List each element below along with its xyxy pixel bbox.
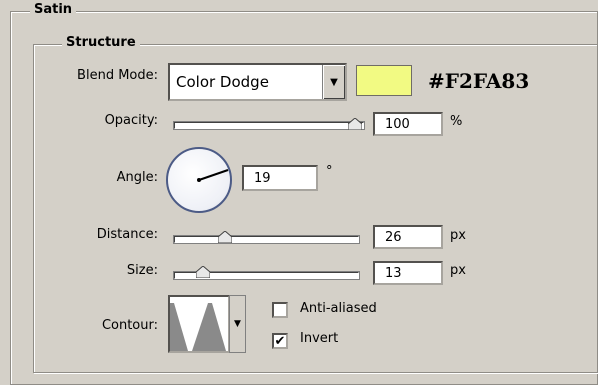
distance-input[interactable]: 26 [373,225,443,249]
size-input[interactable]: 13 [373,261,443,285]
size-label: Size: [126,263,158,278]
distance-label: Distance: [96,227,158,242]
blend-mode-value: Color Dodge [176,73,269,91]
color-swatch[interactable] [356,65,412,96]
structure-title: Structure [62,35,140,50]
angle-dial[interactable] [166,147,232,213]
contour-picker[interactable] [168,295,230,353]
angle-label: Angle: [116,170,158,185]
check-icon: ✔ [274,333,286,349]
opacity-slider-track[interactable] [174,122,364,129]
opacity-label: Opacity: [104,113,158,128]
size-slider-thumb[interactable] [195,266,210,278]
opacity-unit: % [450,114,463,129]
invert-checkbox[interactable]: ✔ [272,333,288,349]
angle-unit: ° [326,164,333,179]
distance-slider-thumb[interactable] [217,231,232,243]
blend-mode-select[interactable]: Color Dodge ▼ [168,63,347,101]
satin-title: Satin [30,2,77,17]
distance-unit: px [450,228,466,243]
contour-label: Contour: [101,318,158,333]
contour-dropdown-arrow[interactable]: ▼ [229,295,246,353]
opacity-slider-thumb[interactable] [348,118,362,130]
anti-aliased-label: Anti-aliased [300,301,377,316]
angle-input[interactable]: 19 [242,165,318,191]
contour-curve-icon [170,303,226,351]
chevron-down-icon[interactable]: ▼ [322,65,345,99]
blend-mode-label: Blend Mode: [77,68,158,83]
opacity-input[interactable]: 100 [373,112,443,136]
color-hex-label: #F2FA83 [428,69,530,93]
invert-label: Invert [300,331,339,346]
angle-dial-needle-icon [197,169,229,182]
distance-slider-track[interactable] [174,236,359,243]
size-unit: px [450,263,466,278]
anti-aliased-checkbox[interactable] [272,302,288,318]
